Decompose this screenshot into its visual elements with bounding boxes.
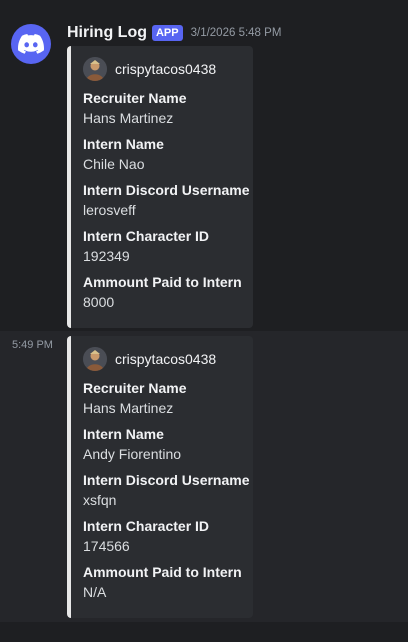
embed-author: crispytacos0438 bbox=[83, 347, 216, 371]
field-name: Intern Character ID bbox=[83, 228, 210, 244]
bot-avatar[interactable] bbox=[11, 24, 51, 64]
field-value: 8000 bbox=[83, 294, 115, 310]
embed-field: Ammount Paid to Intern 8000 bbox=[83, 273, 242, 311]
field-name: Recruiter Name bbox=[83, 380, 187, 396]
field-name: Intern Discord Username bbox=[83, 472, 250, 488]
embed-author-name[interactable]: crispytacos0438 bbox=[115, 61, 216, 77]
embed-field: Intern Name Chile Nao bbox=[83, 135, 164, 173]
embed-field: Recruiter Name Hans Martinez bbox=[83, 89, 187, 127]
field-value: lerosveff bbox=[83, 202, 136, 218]
embed-card: crispytacos0438 Recruiter Name Hans Mart… bbox=[67, 46, 253, 328]
embed-field: Ammount Paid to Intern N/A bbox=[83, 563, 242, 601]
message-group-1: Hiring Log APP 3/1/2026 5:48 PM crispyta… bbox=[0, 0, 408, 331]
embed-author-name[interactable]: crispytacos0438 bbox=[115, 351, 216, 367]
user-avatar-icon[interactable] bbox=[83, 347, 107, 371]
field-name: Intern Name bbox=[83, 136, 164, 152]
field-value: xsfqn bbox=[83, 492, 117, 508]
field-value: 174566 bbox=[83, 538, 130, 554]
field-value: Chile Nao bbox=[83, 156, 145, 172]
field-name: Ammount Paid to Intern bbox=[83, 564, 242, 580]
field-value: Andy Fiorentino bbox=[83, 446, 182, 462]
field-name: Ammount Paid to Intern bbox=[83, 274, 242, 290]
embed-field: Intern Character ID 192349 bbox=[83, 227, 209, 265]
embed-field: Intern Name Andy Fiorentino bbox=[83, 425, 181, 463]
user-avatar-icon[interactable] bbox=[83, 57, 107, 81]
message-timestamp: 3/1/2026 5:48 PM bbox=[190, 27, 282, 39]
chat-background bbox=[0, 622, 408, 642]
embed-field: Recruiter Name Hans Martinez bbox=[83, 379, 187, 417]
discord-logo-icon bbox=[18, 34, 44, 54]
field-name: Intern Name bbox=[83, 426, 164, 442]
embed-author: crispytacos0438 bbox=[83, 57, 216, 81]
embed-field: Intern Discord Username lerosveff bbox=[83, 181, 250, 219]
embed-card: crispytacos0438 Recruiter Name Hans Mart… bbox=[67, 336, 253, 618]
hover-timestamp: 5:49 PM bbox=[12, 339, 53, 351]
field-value: Hans Martinez bbox=[83, 400, 174, 416]
field-name: Intern Discord Username bbox=[83, 182, 250, 198]
field-name: Intern Character ID bbox=[83, 518, 210, 534]
field-value: Hans Martinez bbox=[83, 110, 174, 126]
embed-field: Intern Character ID 174566 bbox=[83, 517, 209, 555]
field-name: Recruiter Name bbox=[83, 90, 187, 106]
message-header: Hiring Log APP 3/1/2026 5:48 PM bbox=[67, 22, 281, 44]
embed-field: Intern Discord Username xsfqn bbox=[83, 471, 250, 509]
author-name[interactable]: Hiring Log bbox=[67, 24, 147, 42]
app-badge: APP bbox=[151, 25, 183, 41]
field-value: 192349 bbox=[83, 248, 130, 264]
field-value: N/A bbox=[83, 584, 107, 600]
